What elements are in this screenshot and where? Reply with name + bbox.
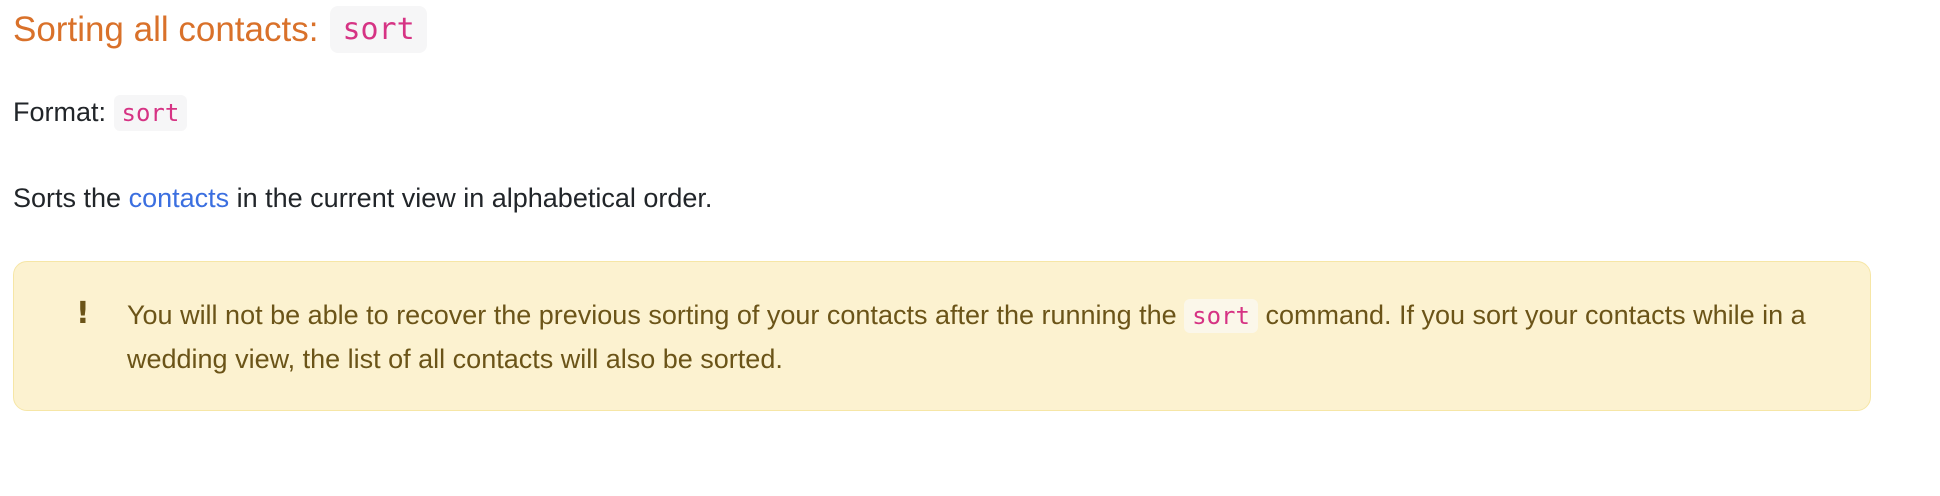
heading-text: Sorting all contacts: [13,9,319,49]
format-label: Format: [13,97,107,127]
alert-code: sort [1184,299,1258,333]
exclamation-icon: ! [76,296,90,331]
format-code: sort [113,95,188,131]
description-after: in the current view in alphabetical orde… [229,183,713,213]
heading-code: sort [330,6,427,53]
description: Sorts the contacts in the current view i… [13,178,712,218]
description-before: Sorts the [13,183,129,213]
section-heading: Sorting all contacts: sort [13,6,427,53]
warning-alert: ! You will not be able to recover the pr… [13,261,1871,411]
alert-text-before: You will not be able to recover the prev… [127,300,1185,330]
contacts-link[interactable]: contacts [129,183,230,213]
format-line: Format: sort [13,92,188,133]
alert-text: You will not be able to recover the prev… [127,294,1847,381]
